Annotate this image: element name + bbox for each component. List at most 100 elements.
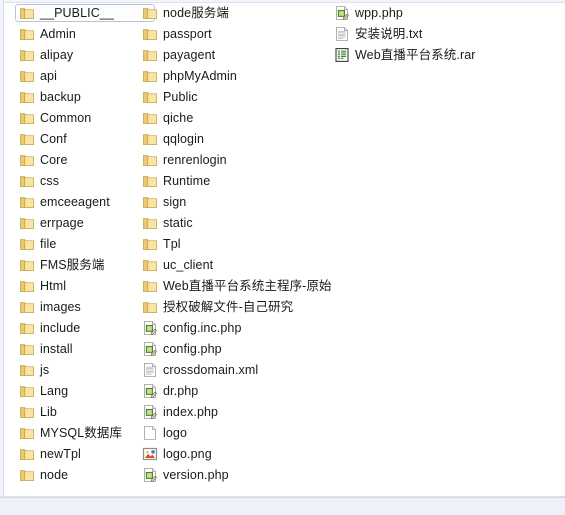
- file-item-label: Html: [40, 279, 67, 293]
- file-item[interactable]: MYSQL数据库: [15, 424, 155, 442]
- folder-icon: [142, 215, 158, 231]
- file-item[interactable]: payagent: [138, 46, 358, 64]
- file-item[interactable]: errpage: [15, 214, 155, 232]
- file-item[interactable]: wpp.php: [330, 4, 560, 22]
- file-item[interactable]: renrenlogin: [138, 151, 358, 169]
- folder-icon: [142, 257, 158, 273]
- file-item-label: renrenlogin: [163, 153, 227, 167]
- folder-icon: [142, 131, 158, 147]
- folder-icon: [142, 26, 158, 42]
- file-item-label: api: [40, 69, 57, 83]
- file-item-label: config.php: [163, 342, 222, 356]
- php-file-icon: [142, 404, 158, 420]
- file-item[interactable]: config.php: [138, 340, 358, 358]
- file-item[interactable]: node服务端: [138, 4, 358, 22]
- file-item[interactable]: Html: [15, 277, 155, 295]
- file-item-label: alipay: [40, 48, 74, 62]
- folder-icon: [19, 446, 35, 462]
- file-item[interactable]: phpMyAdmin: [138, 67, 358, 85]
- file-item[interactable]: Core: [15, 151, 155, 169]
- file-item-label: passport: [163, 27, 212, 41]
- folder-icon: [142, 110, 158, 126]
- file-item[interactable]: api: [15, 67, 155, 85]
- file-item[interactable]: install: [15, 340, 155, 358]
- image-file-icon: [142, 446, 158, 462]
- folder-icon: [19, 404, 35, 420]
- file-item-label: 安装说明.txt: [355, 27, 423, 41]
- folder-icon: [19, 152, 35, 168]
- file-item[interactable]: static: [138, 214, 358, 232]
- file-item-label: errpage: [40, 216, 84, 230]
- file-item[interactable]: 安装说明.txt: [330, 25, 560, 43]
- file-item[interactable]: index.php: [138, 403, 358, 421]
- file-item-selected[interactable]: __PUBLIC__: [15, 4, 155, 22]
- file-item-label: qiche: [163, 111, 194, 125]
- explorer-window: __PUBLIC__ Admin alipay api backup Common Conf…: [0, 0, 565, 515]
- file-item[interactable]: 授权破解文件-自己研究: [138, 298, 358, 316]
- file-item-label: Conf: [40, 132, 67, 146]
- file-item[interactable]: css: [15, 172, 155, 190]
- file-item[interactable]: js: [15, 361, 155, 379]
- file-item-label: newTpl: [40, 447, 81, 461]
- text-file-icon: [334, 26, 350, 42]
- file-item[interactable]: alipay: [15, 46, 155, 64]
- window-top-edge: [0, 0, 565, 3]
- file-item[interactable]: qqlogin: [138, 130, 358, 148]
- file-item[interactable]: Lib: [15, 403, 155, 421]
- file-item-label: phpMyAdmin: [163, 69, 237, 83]
- file-item[interactable]: qiche: [138, 109, 358, 127]
- file-item[interactable]: crossdomain.xml: [138, 361, 358, 379]
- file-item[interactable]: config.inc.php: [138, 319, 358, 337]
- folder-icon: [142, 236, 158, 252]
- file-item[interactable]: include: [15, 319, 155, 337]
- folder-icon: [19, 467, 35, 483]
- file-item[interactable]: logo: [138, 424, 358, 442]
- file-item[interactable]: Lang: [15, 382, 155, 400]
- file-item[interactable]: version.php: [138, 466, 358, 484]
- folder-icon: [19, 299, 35, 315]
- file-item-label: images: [40, 300, 81, 314]
- file-item[interactable]: images: [15, 298, 155, 316]
- folder-icon: [19, 320, 35, 336]
- file-item[interactable]: Web直播平台系统.rar: [330, 46, 560, 64]
- blank-file-icon: [142, 425, 158, 441]
- file-item[interactable]: newTpl: [15, 445, 155, 463]
- file-item-label: FMS服务端: [40, 258, 105, 272]
- file-item[interactable]: file: [15, 235, 155, 253]
- file-item[interactable]: passport: [138, 25, 358, 43]
- folder-icon: [142, 89, 158, 105]
- file-item-label: payagent: [163, 48, 216, 62]
- file-item[interactable]: Conf: [15, 130, 155, 148]
- file-item[interactable]: emceeagent: [15, 193, 155, 211]
- file-item[interactable]: uc_client: [138, 256, 358, 274]
- folder-icon: [142, 173, 158, 189]
- folder-icon: [19, 26, 35, 42]
- file-item[interactable]: sign: [138, 193, 358, 211]
- file-column-1: __PUBLIC__ Admin alipay api backup Common Conf…: [15, 4, 155, 487]
- folder-icon: [19, 5, 35, 21]
- folder-icon: [19, 362, 35, 378]
- file-item-label: crossdomain.xml: [163, 363, 259, 377]
- folder-icon: [142, 152, 158, 168]
- file-item-label: MYSQL数据库: [40, 426, 123, 440]
- folder-icon: [19, 236, 35, 252]
- folder-icon: [142, 194, 158, 210]
- file-item-label: 授权破解文件-自己研究: [163, 300, 294, 314]
- file-item[interactable]: FMS服务端: [15, 256, 155, 274]
- folder-icon: [142, 5, 158, 21]
- file-item[interactable]: Admin: [15, 25, 155, 43]
- file-item[interactable]: dr.php: [138, 382, 358, 400]
- file-item[interactable]: Web直播平台系统主程序-原始: [138, 277, 358, 295]
- php-file-icon: [142, 341, 158, 357]
- file-item-label: Core: [40, 153, 68, 167]
- file-item[interactable]: Common: [15, 109, 155, 127]
- folder-icon: [19, 89, 35, 105]
- file-item[interactable]: Public: [138, 88, 358, 106]
- file-list-view[interactable]: __PUBLIC__ Admin alipay api backup Common Conf…: [5, 4, 563, 494]
- folder-icon: [19, 257, 35, 273]
- file-item[interactable]: Tpl: [138, 235, 358, 253]
- file-item[interactable]: backup: [15, 88, 155, 106]
- file-item[interactable]: node: [15, 466, 155, 484]
- file-item[interactable]: Runtime: [138, 172, 358, 190]
- file-item[interactable]: logo.png: [138, 445, 358, 463]
